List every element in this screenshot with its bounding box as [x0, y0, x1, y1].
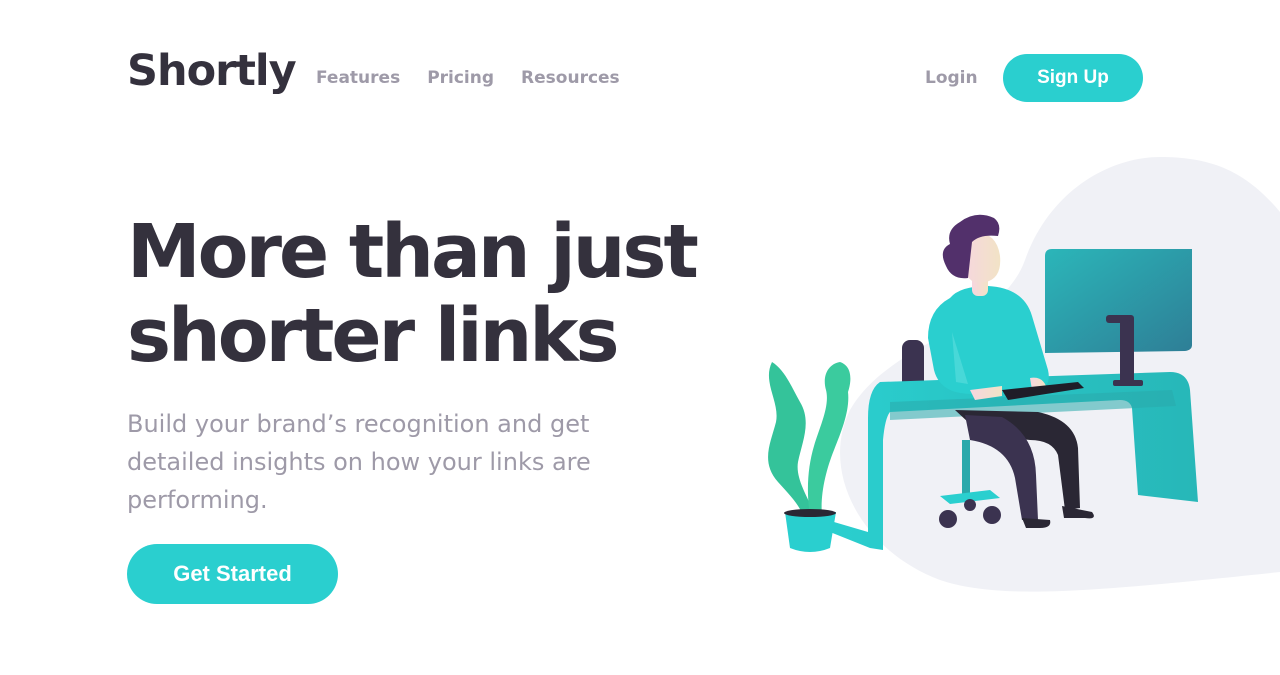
person-working-at-desk-illustration — [768, 157, 1280, 592]
nav-link-pricing[interactable]: Pricing — [427, 66, 494, 90]
hero-title: More than just shorter links — [127, 210, 727, 378]
nav-link-features[interactable]: Features — [316, 66, 400, 90]
sign-up-button[interactable]: Sign Up — [1003, 54, 1143, 102]
login-link[interactable]: Login — [925, 66, 978, 90]
hero-title-line-1: More than just — [127, 209, 699, 295]
hero-subtitle: Build your brand’s recognition and get d… — [127, 410, 591, 514]
landing-page: Shortly Features Pricing Resources Login… — [0, 0, 1280, 675]
get-started-button[interactable]: Get Started — [127, 544, 338, 604]
main-nav: Features Pricing Resources — [316, 66, 620, 90]
shortly-logo[interactable]: Shortly — [127, 46, 297, 98]
hero-title-line-2: shorter links — [127, 293, 620, 379]
nav-link-resources[interactable]: Resources — [521, 66, 620, 90]
